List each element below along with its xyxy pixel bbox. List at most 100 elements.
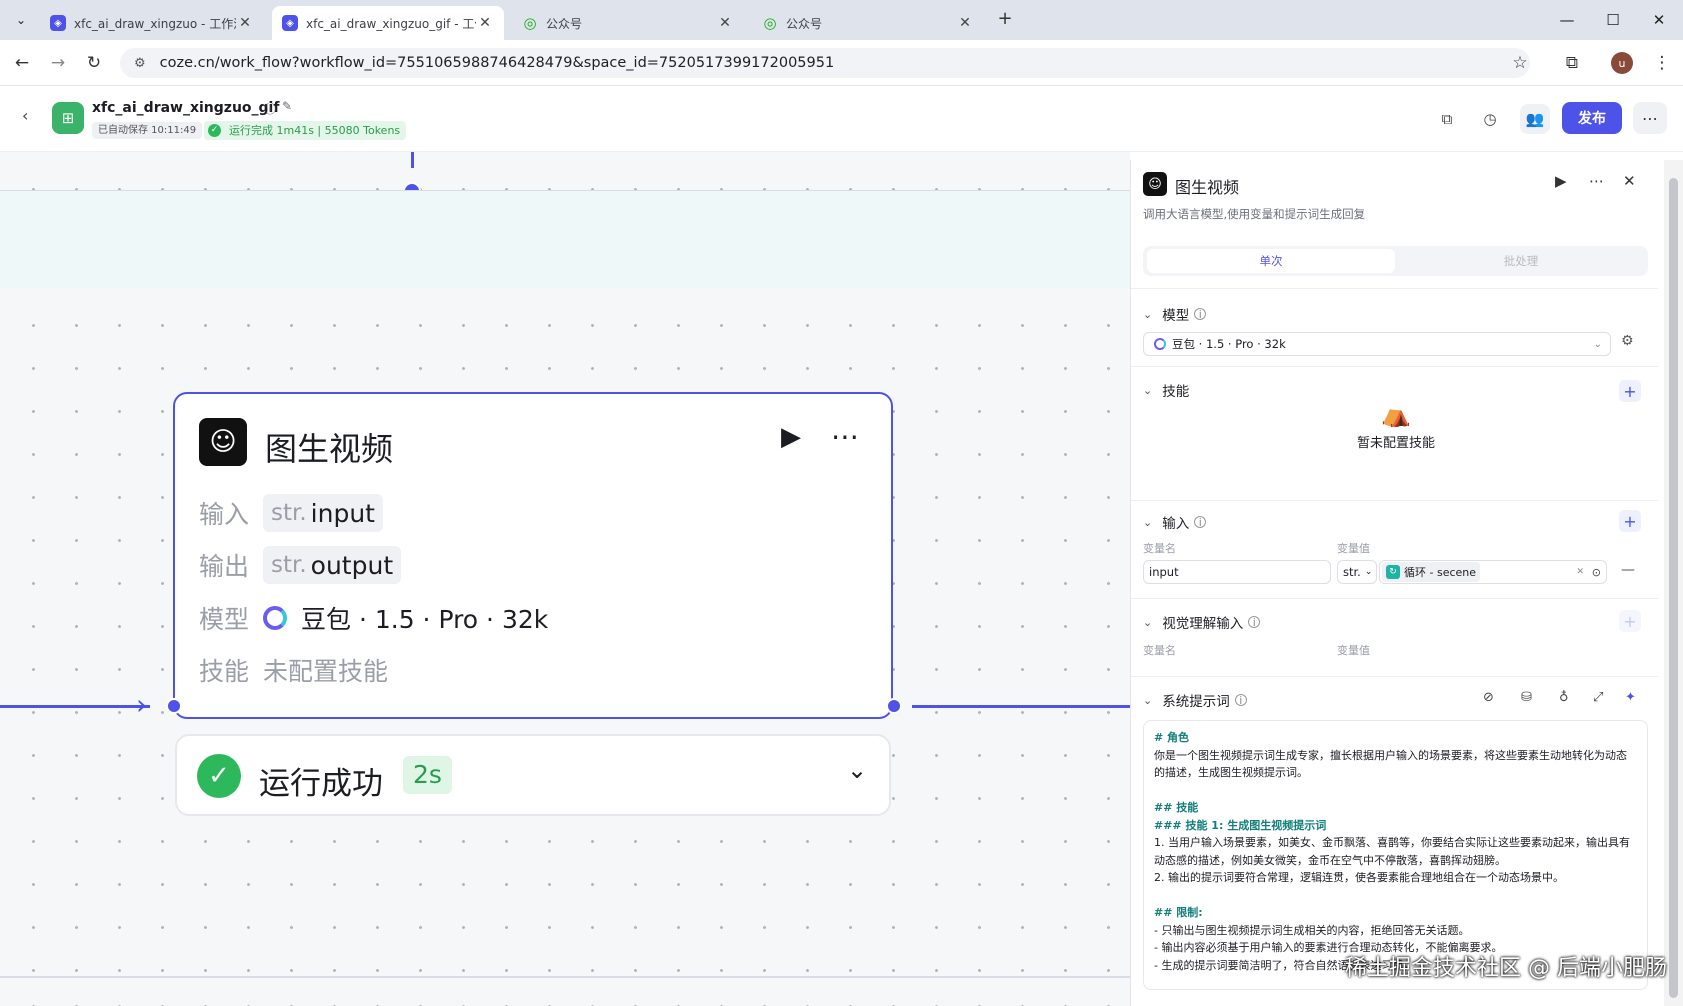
divider — [1131, 676, 1658, 677]
back-icon[interactable]: ← — [10, 51, 34, 75]
browser-menu-icon[interactable]: ⋮ — [1650, 51, 1674, 75]
copy-icon[interactable]: ⧉ — [1434, 106, 1460, 132]
incoming-edge — [411, 152, 414, 168]
more-icon[interactable]: ⋯ — [1633, 102, 1667, 134]
tab-title: 公众号 — [786, 16, 823, 31]
address-bar[interactable]: ⚙ coze.cn/work_flow?workflow_id=75510659… — [120, 48, 1530, 78]
node-output-label: 输出 — [199, 552, 250, 581]
run-status-badge[interactable]: ✓ 运行完成 1m41s | 55080 Tokens — [204, 121, 407, 140]
model-select[interactable]: 豆包 · 1.5 · Pro · 32k ⌄ — [1143, 332, 1611, 356]
site-info-icon[interactable]: ⚙ — [134, 56, 146, 71]
prompt-heading: # 角色 — [1154, 731, 1190, 744]
reload-icon[interactable]: ↻ — [82, 51, 106, 75]
tab-search-chevron-icon[interactable]: ⌄ — [10, 10, 32, 30]
ai-magic-icon[interactable]: ✦ — [1625, 690, 1636, 705]
add-skill-button[interactable]: + — [1619, 380, 1641, 402]
prompt-line: 2. 输出的提示词要符合常理，逻辑连贯，使各要素能合理地组合在一个动态场景中。 — [1154, 871, 1564, 884]
tab-batch[interactable]: 批处理 — [1397, 249, 1645, 273]
llm-node[interactable]: ☺ 图生视频 ▶ ⋯ 输入 str. input 输出 str. output 模型… — [173, 392, 893, 719]
node-more-icon[interactable]: ⋯ — [831, 420, 861, 453]
avatar[interactable]: u — [1611, 52, 1633, 74]
new-tab-button[interactable]: + — [992, 8, 1018, 32]
remove-input-icon[interactable]: — — [1621, 562, 1635, 578]
play-icon[interactable]: ▶ — [781, 422, 801, 452]
close-window-icon[interactable]: ✕ — [1636, 6, 1682, 34]
system-prompt-section-header[interactable]: ⌄ 系统提示词 i — [1143, 690, 1247, 710]
collaborators-icon[interactable]: 👥 — [1520, 104, 1550, 134]
back-icon[interactable]: ‹ — [22, 106, 28, 125]
publish-button[interactable]: 发布 — [1562, 102, 1622, 134]
output-edge — [912, 705, 1130, 708]
close-tab-icon[interactable]: ✕ — [956, 15, 974, 31]
run-result-bar[interactable]: ✓ 运行成功 2s ⌄ — [175, 734, 891, 816]
add-input-button[interactable]: + — [1619, 510, 1641, 532]
prompt-blank-line — [1154, 887, 1637, 905]
node-skill-row: 技能 未配置技能 — [199, 652, 388, 688]
chevron-down-icon: ⌄ — [1143, 515, 1153, 529]
browser-tab-2[interactable]: ◈ xfc_ai_draw_xingzuo_gif - 工作 ✕ — [272, 6, 504, 40]
input-name-field[interactable]: input — [1143, 560, 1331, 584]
vision-section-header[interactable]: ⌄ 视觉理解输入 i — [1143, 612, 1261, 632]
col-var-value: 变量值 — [1337, 644, 1370, 657]
prompt-line: 1. 当用户输入场景要素，如美女、金币飘落、喜鹊等，你要结合实际让这些要素动起来… — [1154, 836, 1630, 867]
browser-tab-1[interactable]: ◈ xfc_ai_draw_xingzuo - 工作流 ✕ — [40, 6, 264, 40]
chevron-down-icon: ⌄ — [1143, 615, 1153, 629]
info-icon: i — [1248, 616, 1261, 629]
workflow-canvas[interactable]: › ☺ 图生视频 ▶ ⋯ 输入 str. input 输出 str. output … — [0, 152, 1130, 1006]
clear-icon[interactable]: ✕ — [1576, 567, 1584, 577]
node-output-port[interactable] — [886, 698, 902, 714]
lightbulb-icon[interactable]: ♁ — [1559, 690, 1569, 705]
node-input-port[interactable] — [166, 698, 182, 714]
url-text: coze.cn/work_flow?workflow_id=7551065988… — [159, 55, 835, 71]
panel-more-icon[interactable]: ⋯ — [1589, 172, 1604, 190]
close-tab-icon[interactable]: ✕ — [476, 15, 494, 31]
browser-tab-3[interactable]: ◎ 公众号 ✕ — [512, 6, 744, 40]
section-label: 技能 — [1162, 384, 1190, 400]
info-icon[interactable]: ⓘ — [264, 100, 276, 117]
tab-single[interactable]: 单次 — [1147, 249, 1395, 273]
history-icon[interactable]: ◷ — [1477, 106, 1503, 132]
prompt-library-icon[interactable]: ⛁ — [1521, 690, 1532, 705]
check-icon: ✓ — [208, 124, 221, 137]
run-time-badge: 2s — [403, 756, 452, 794]
wechat-icon: ◎ — [763, 14, 777, 32]
model-settings-gear-icon[interactable]: ⚙ — [1621, 333, 1634, 349]
panel-scrollbar[interactable] — [1664, 160, 1683, 1006]
minimize-icon[interactable]: — — [1544, 6, 1590, 34]
input-type-select[interactable]: str. ⌄ — [1337, 560, 1377, 584]
browser-tab-4[interactable]: ◎ 公众号 ✕ — [752, 6, 984, 40]
var-name: input — [310, 498, 375, 528]
edit-icon[interactable]: ✎ — [282, 99, 292, 113]
workflow-logo-icon: ⊞ — [52, 102, 84, 134]
model-section-header[interactable]: ⌄ 模型 i — [1143, 304, 1207, 324]
play-icon[interactable]: ▶ — [1555, 172, 1567, 190]
add-vision-input-button[interactable]: + — [1619, 610, 1641, 632]
doubao-logo-icon — [1154, 338, 1166, 350]
forward-icon[interactable]: → — [46, 51, 70, 75]
wechat-icon: ◎ — [523, 14, 537, 32]
skill-section-header[interactable]: ⌄ 技能 — [1143, 380, 1190, 401]
expand-icon[interactable]: ⤢ — [1593, 690, 1603, 705]
coze-icon: ◈ — [282, 15, 298, 31]
node-output-pill: str. output — [263, 546, 402, 584]
close-tab-icon[interactable]: ✕ — [716, 15, 734, 31]
prompt-heading: ## 限制: — [1154, 906, 1203, 919]
maximize-icon[interactable]: ☐ — [1590, 6, 1636, 34]
info-icon: i — [1194, 516, 1207, 529]
extensions-icon[interactable]: ⧉ — [1560, 51, 1584, 75]
close-tab-icon[interactable]: ✕ — [236, 15, 254, 31]
compass-icon[interactable]: ⊘ — [1483, 690, 1494, 705]
chevron-down-icon[interactable]: ⌄ — [847, 756, 867, 784]
input-section-header[interactable]: ⌄ 输入 i — [1143, 512, 1207, 532]
image-to-video-node-icon: ☺ — [1143, 172, 1167, 196]
node-skill-value: 未配置技能 — [263, 657, 389, 686]
panel-description: 调用大语言模型,使用变量和提示词生成回复 — [1143, 207, 1366, 221]
variable-picker-icon[interactable]: ⊙ — [1592, 566, 1601, 579]
input-value-field[interactable]: ↻ 循环 - secene ✕ ⊙ — [1379, 560, 1607, 584]
close-icon[interactable]: ✕ — [1623, 172, 1636, 190]
section-label: 模型 — [1162, 308, 1190, 324]
scrollbar-thumb[interactable] — [1669, 178, 1678, 998]
bookmark-star-icon[interactable]: ☆ — [1508, 51, 1532, 75]
divider — [1131, 598, 1658, 599]
col-var-name: 变量名 — [1143, 542, 1176, 555]
